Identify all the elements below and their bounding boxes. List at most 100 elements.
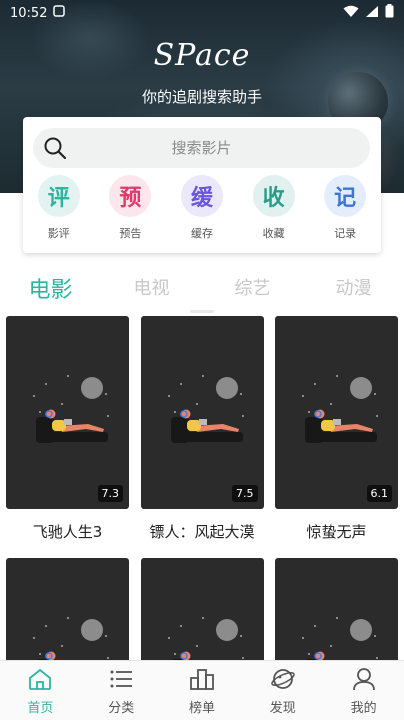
star-dot bbox=[167, 637, 170, 639]
nav-ranking[interactable]: 榜单 bbox=[162, 661, 243, 720]
tab-tv[interactable]: 电视 bbox=[101, 270, 202, 310]
chair-seat bbox=[309, 432, 377, 442]
poster-placeholder-illustration bbox=[33, 375, 109, 443]
star-dot bbox=[239, 393, 242, 395]
moon-shape bbox=[215, 377, 238, 399]
laptop bbox=[198, 419, 207, 425]
star-dot bbox=[241, 415, 244, 417]
movie-card[interactable]: 7.5 镖人：风起大漠 bbox=[140, 316, 264, 542]
quick-action-favorite[interactable]: 收 收藏 bbox=[238, 175, 310, 241]
history-icon: 记 bbox=[324, 175, 367, 217]
star-dot bbox=[239, 635, 242, 637]
app-logo: SPace bbox=[153, 38, 251, 73]
quick-action-label: 预告 bbox=[119, 227, 142, 240]
battery-icon bbox=[385, 4, 394, 22]
moon-shape bbox=[81, 619, 103, 641]
quick-action-label: 收藏 bbox=[262, 227, 285, 240]
nav-profile[interactable]: 我的 bbox=[323, 661, 404, 720]
movie-card[interactable]: 6.1 惊蛰无声 bbox=[275, 316, 398, 542]
star-dot bbox=[330, 645, 332, 647]
home-icon bbox=[27, 667, 53, 695]
person-legs bbox=[60, 424, 104, 432]
person-body bbox=[186, 420, 201, 431]
movie-title: 惊蛰无声 bbox=[306, 523, 367, 541]
laptop bbox=[64, 419, 72, 425]
person-legs bbox=[329, 424, 373, 432]
star-dot bbox=[336, 617, 338, 619]
tab-variety[interactable]: 综艺 bbox=[202, 270, 303, 310]
star-dot bbox=[376, 657, 378, 659]
review-icon: 评 bbox=[37, 175, 80, 217]
search-card: 搜索影片 评 影评 预 预告 缓 缓存 收 收藏 记 记录 bbox=[23, 117, 381, 253]
discover-icon bbox=[270, 667, 296, 695]
tab-movie[interactable]: 电影 bbox=[0, 270, 101, 310]
movie-card[interactable]: 7.3 飞驰人生3 bbox=[6, 316, 129, 542]
star-dot bbox=[107, 415, 109, 417]
star-dot bbox=[167, 395, 170, 397]
star-dot bbox=[201, 617, 204, 619]
movie-title: 镖人：风起大漠 bbox=[149, 523, 255, 541]
person-body bbox=[321, 420, 335, 431]
chair-seat bbox=[40, 432, 108, 442]
quick-action-history[interactable]: 记 记录 bbox=[309, 175, 381, 241]
star-dot bbox=[374, 635, 376, 637]
quick-action-review[interactable]: 评 影评 bbox=[23, 175, 95, 241]
rating-badge: 6.1 bbox=[366, 485, 392, 502]
star-dot bbox=[195, 403, 198, 405]
nav-label: 发现 bbox=[269, 701, 296, 716]
star-dot bbox=[39, 653, 41, 655]
movie-title: 飞驰人生3 bbox=[32, 523, 103, 541]
bottom-navigation: 首页 分类 榜单 发现 我的 bbox=[0, 660, 404, 720]
quick-action-label: 记录 bbox=[334, 227, 357, 240]
ranking-icon bbox=[189, 667, 215, 695]
star-dot bbox=[173, 411, 176, 413]
tab-anime[interactable]: 动漫 bbox=[303, 270, 404, 310]
star-dot bbox=[308, 411, 310, 413]
moon-shape bbox=[350, 619, 372, 641]
signal-icon bbox=[365, 5, 379, 22]
star-dot bbox=[179, 383, 182, 385]
star-dot bbox=[201, 375, 204, 377]
star-dot bbox=[241, 657, 244, 659]
star-dot bbox=[330, 403, 332, 405]
user-icon bbox=[351, 667, 377, 695]
nav-label: 首页 bbox=[27, 701, 54, 716]
star-dot bbox=[374, 393, 376, 395]
wifi-icon bbox=[343, 5, 359, 22]
star-dot bbox=[33, 395, 35, 397]
star-dot bbox=[61, 403, 63, 405]
moon-shape bbox=[81, 377, 103, 399]
trailer-icon: 预 bbox=[109, 175, 152, 217]
person-legs bbox=[194, 424, 239, 432]
laptop bbox=[333, 419, 341, 425]
nav-category[interactable]: 分类 bbox=[81, 661, 162, 720]
moon-shape bbox=[215, 619, 238, 641]
rating-badge: 7.3 bbox=[97, 485, 123, 502]
nav-discover[interactable]: 发现 bbox=[242, 661, 323, 720]
nav-home[interactable]: 首页 bbox=[0, 661, 81, 720]
star-dot bbox=[61, 645, 63, 647]
star-dot bbox=[67, 617, 69, 619]
star-dot bbox=[67, 375, 69, 377]
app-slogan: 你的追剧搜索助手 bbox=[141, 88, 262, 106]
search-input[interactable]: 搜索影片 bbox=[33, 128, 370, 168]
quick-actions: 评 影评 预 预告 缓 缓存 收 收藏 记 记录 bbox=[23, 175, 381, 241]
nav-label: 我的 bbox=[350, 701, 377, 716]
poster-placeholder-illustration bbox=[167, 375, 244, 443]
star-dot bbox=[45, 625, 47, 627]
star-dot bbox=[105, 393, 107, 395]
moon-shape bbox=[350, 377, 372, 399]
person-body bbox=[52, 420, 66, 431]
list-icon bbox=[108, 667, 134, 695]
notification-icon bbox=[53, 5, 66, 21]
quick-action-cache[interactable]: 缓 缓存 bbox=[166, 175, 238, 241]
star-dot bbox=[179, 625, 182, 627]
star-dot bbox=[39, 411, 41, 413]
star-dot bbox=[308, 653, 310, 655]
rating-badge: 7.5 bbox=[232, 485, 258, 502]
quick-action-trailer[interactable]: 预 预告 bbox=[95, 175, 167, 241]
nav-label: 榜单 bbox=[188, 701, 215, 716]
category-tabs: 电影 电视 综艺 动漫 bbox=[0, 270, 404, 310]
star-dot bbox=[376, 415, 378, 417]
nav-label: 分类 bbox=[108, 701, 135, 716]
